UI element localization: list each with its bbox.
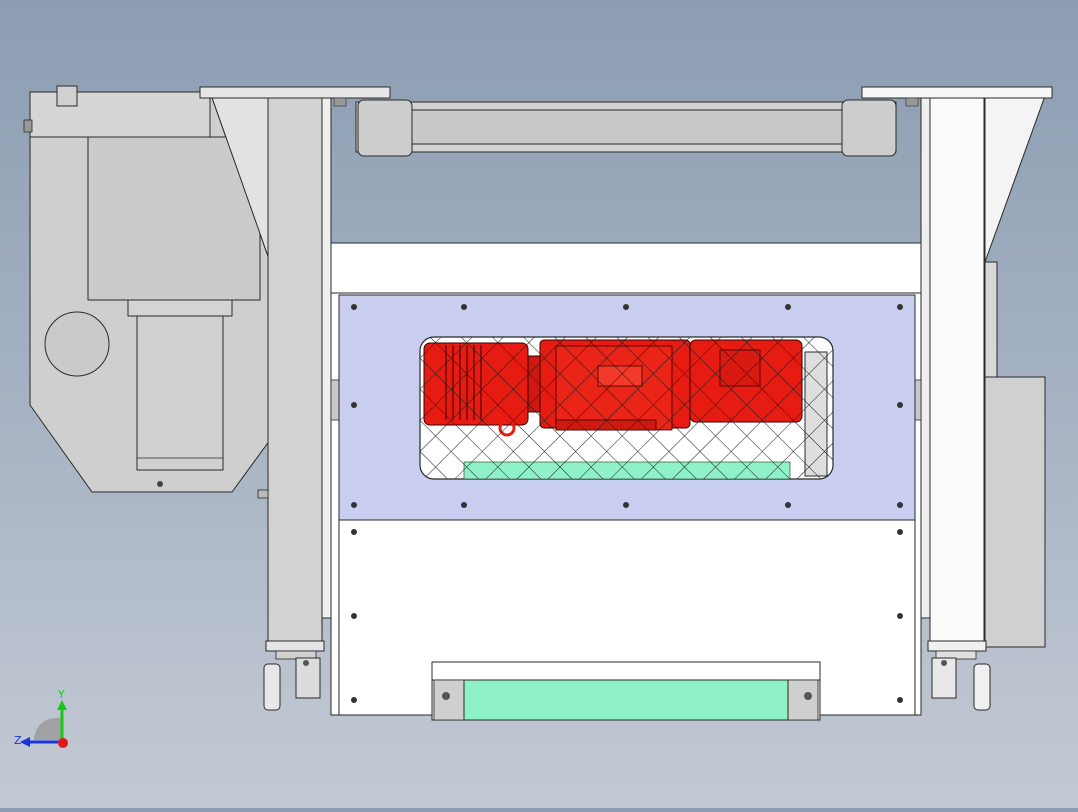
cad-viewport[interactable]: Y Z xyxy=(0,0,1078,808)
viewing-window xyxy=(419,336,834,480)
left-gearbox-assembly xyxy=(23,85,271,493)
coordinate-triad: Y Z xyxy=(14,688,68,748)
triad-arc xyxy=(34,718,62,740)
top-cross-beam xyxy=(333,97,919,157)
machine-drawing xyxy=(23,85,1053,721)
z-axis-label: Z xyxy=(14,734,22,747)
y-axis-label: Y xyxy=(57,688,65,701)
discharge-chute xyxy=(431,661,821,721)
x-axis-dot xyxy=(58,738,68,748)
